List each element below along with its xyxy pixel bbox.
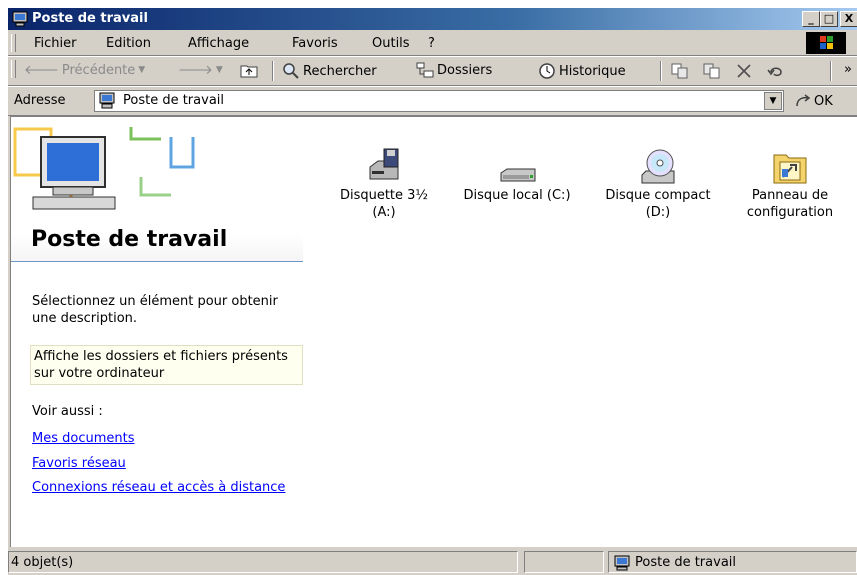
history-icon	[539, 63, 555, 79]
undo-button[interactable]	[766, 62, 786, 80]
menu-affichage[interactable]: Affichage	[188, 36, 249, 51]
window-title: Poste de travail	[32, 11, 148, 26]
status-bar: 4 objet(s) Poste de travail	[8, 548, 857, 575]
link-mes-documents[interactable]: Mes documents	[32, 430, 292, 447]
delete-button[interactable]	[735, 62, 753, 80]
link-favoris-reseau[interactable]: Favoris réseau	[32, 455, 292, 472]
toolbar-overflow-button[interactable]: »	[844, 62, 852, 77]
address-dropdown-button[interactable]: ▼	[764, 92, 782, 110]
close-button[interactable]: X	[840, 11, 857, 27]
address-value: Poste de travail	[123, 93, 225, 108]
computer-icon	[614, 555, 630, 571]
toolbar-separator	[272, 61, 274, 81]
drive-floppy-label: Disquette 3½ (A:)	[339, 188, 429, 220]
menu-fichier[interactable]: Fichier	[34, 36, 77, 51]
drive-local-c-label: Disque local (C:)	[463, 188, 571, 203]
toolbar-grip[interactable]	[11, 60, 16, 78]
control-panel[interactable]: Panneau de configuration	[735, 147, 845, 221]
menu-help[interactable]: ?	[428, 36, 435, 51]
link-connexions-reseau[interactable]: Connexions réseau et accès à distance	[32, 479, 292, 496]
forward-dropdown-icon: ▼	[215, 65, 223, 75]
search-icon	[283, 63, 299, 79]
drive-cd-label: Disque compact (D:)	[605, 188, 711, 220]
menu-grip[interactable]	[11, 34, 16, 52]
toolbar-separator-2	[660, 61, 662, 81]
computer-icon	[99, 92, 115, 109]
folders-label: Dossiers	[437, 62, 493, 78]
up-folder-icon	[240, 65, 258, 78]
forward-button[interactable]: 🡒 ▼	[178, 62, 223, 78]
menu-outils[interactable]: Outils	[372, 36, 410, 51]
hard-disk-icon	[500, 168, 536, 182]
windows-logo	[806, 32, 846, 54]
address-input[interactable]: Poste de travail ▼	[94, 90, 784, 112]
folders-icon	[416, 62, 434, 78]
history-button[interactable]: Historique	[538, 62, 626, 80]
forward-arrow-icon: 🡒	[178, 63, 213, 78]
standard-toolbar: 🡐 Précédente ▼ 🡒 ▼ Rechercher Dossiers H…	[8, 56, 857, 86]
menu-edition[interactable]: Edition	[106, 36, 151, 51]
cd-drive-icon	[641, 149, 675, 184]
computer-icon	[12, 11, 28, 27]
pane-description: Sélectionnez un élément pour obtenir une…	[32, 294, 278, 326]
back-arrow-icon: 🡐	[24, 63, 59, 78]
drive-floppy[interactable]: Disquette 3½ (A:)	[327, 147, 441, 221]
drive-cd[interactable]: Disque compact (D:)	[594, 147, 722, 221]
control-panel-icon	[773, 154, 807, 184]
pane-banner: Poste de travail	[11, 117, 303, 262]
move-to-button[interactable]	[670, 62, 690, 80]
undo-icon	[767, 67, 782, 77]
back-label: Précédente	[61, 62, 136, 78]
move-to-icon	[671, 63, 688, 79]
search-label: Rechercher	[303, 63, 377, 79]
folders-button[interactable]: Dossiers	[416, 62, 492, 78]
my-computer-banner-icon	[13, 127, 195, 210]
toolbar-separator-3	[830, 61, 832, 81]
minimize-button[interactable]: _	[802, 11, 820, 27]
up-folder-button[interactable]	[240, 62, 258, 78]
pane-title: Poste de travail	[31, 227, 228, 252]
floppy-drive-icon	[369, 148, 399, 180]
go-button[interactable]: OK	[794, 92, 833, 110]
search-button[interactable]: Rechercher	[282, 62, 377, 80]
status-location: Poste de travail	[635, 555, 737, 570]
control-panel-label: Panneau de configuration	[746, 188, 834, 220]
title-bar[interactable]: Poste de travail _ □ X	[8, 8, 857, 30]
address-bar: Adresse Poste de travail ▼ OK	[8, 86, 857, 116]
windows-flag-icon	[820, 36, 833, 49]
status-object-count: 4 objet(s)	[8, 551, 518, 573]
back-button[interactable]: 🡐 Précédente ▼	[24, 62, 146, 79]
pane-info-box: Affiche les dossiers et fichiers présent…	[30, 345, 303, 385]
web-view-pane: Poste de travail Sélectionnez un élément…	[11, 117, 303, 547]
status-zone: Poste de travail	[608, 551, 857, 573]
history-label: Historique	[559, 63, 626, 79]
explorer-window: Poste de travail _ □ X Fichier Edition A…	[8, 8, 857, 575]
content-area: Poste de travail Sélectionnez un élément…	[10, 116, 857, 547]
status-empty-cell	[524, 551, 604, 573]
delete-icon	[737, 64, 751, 78]
address-label: Adresse	[14, 93, 66, 108]
menu-bar: Fichier Edition Affichage Favoris Outils…	[8, 31, 857, 56]
go-arrow-icon	[796, 94, 811, 107]
go-label: OK	[814, 93, 833, 109]
maximize-button[interactable]: □	[820, 11, 838, 27]
see-also-label: Voir aussi :	[32, 404, 103, 419]
back-dropdown-icon: ▼	[138, 65, 146, 75]
menu-favoris[interactable]: Favoris	[292, 36, 338, 51]
copy-to-icon	[703, 63, 720, 79]
drive-local-c[interactable]: Disque local (C:)	[454, 147, 580, 204]
copy-to-button[interactable]	[702, 62, 722, 80]
